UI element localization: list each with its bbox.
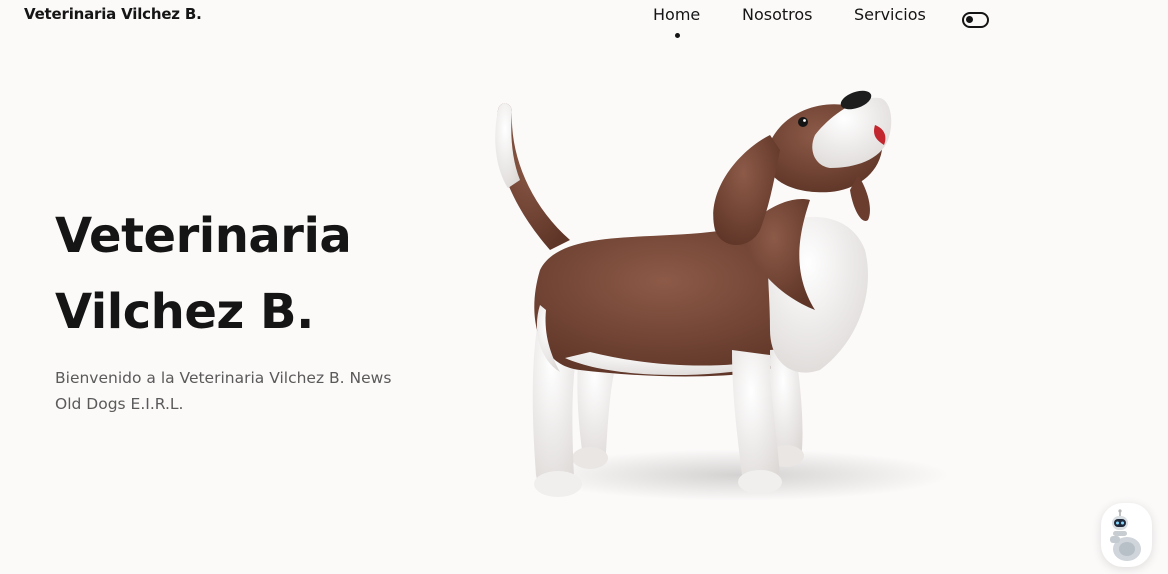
nav-nosotros[interactable]: Nosotros [742,5,813,24]
main-nav: Home Nosotros Servicios [0,5,1168,41]
dog-tail-tip [495,103,520,188]
dog-eye [798,117,808,127]
hero-title-line-1: Veterinaria [55,208,352,264]
active-indicator-dot [675,33,680,38]
chat-bot-button[interactable] [1101,503,1152,567]
hero-title-line-2: Vilchez B. [55,284,314,340]
theme-toggle-icon[interactable] [962,12,989,28]
page: Veterinaria Vilchez B. Home Nosotros Ser… [0,0,1168,574]
hero-description-line-2: Old Dogs E.I.R.L. [55,395,184,413]
nav-servicios[interactable]: Servicios [854,5,926,24]
nav-home[interactable]: Home [653,5,700,24]
dog-front-paw-near [738,470,782,494]
dog-eye-highlight [803,119,806,122]
hero-description: Bienvenido a la Veterinaria Vilchez B. N… [55,365,415,417]
dog-back-paw-far [572,447,608,469]
robot-icon [1110,509,1141,561]
hero-title: Veterinaria Vilchez B. [55,198,435,350]
beagle-dog-illustration [495,90,950,501]
toggle-knob [966,16,973,23]
hero-description-line-1: Bienvenido a la Veterinaria Vilchez B. N… [55,369,392,387]
dog-back-paw-near [534,471,582,497]
